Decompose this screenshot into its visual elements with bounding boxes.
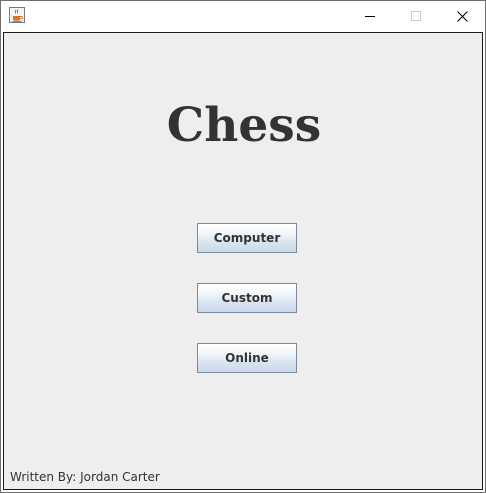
custom-button[interactable]: Custom: [197, 283, 297, 313]
minimize-icon: [365, 16, 375, 17]
main-panel: Chess Computer Custom Online Written By:…: [3, 32, 483, 490]
java-coffee-cup-icon: [9, 7, 25, 23]
app-window: Chess Computer Custom Online Written By:…: [0, 0, 486, 493]
author-credit: Written By: Jordan Carter: [10, 470, 160, 484]
maximize-button[interactable]: [393, 1, 439, 31]
online-button[interactable]: Online: [197, 343, 297, 373]
minimize-button[interactable]: [347, 1, 393, 31]
computer-button[interactable]: Computer: [197, 223, 297, 253]
game-title: Chess: [166, 98, 322, 153]
title-bar[interactable]: [1, 1, 485, 31]
close-icon: [456, 10, 468, 22]
maximize-icon: [411, 11, 421, 21]
close-button[interactable]: [439, 1, 485, 31]
